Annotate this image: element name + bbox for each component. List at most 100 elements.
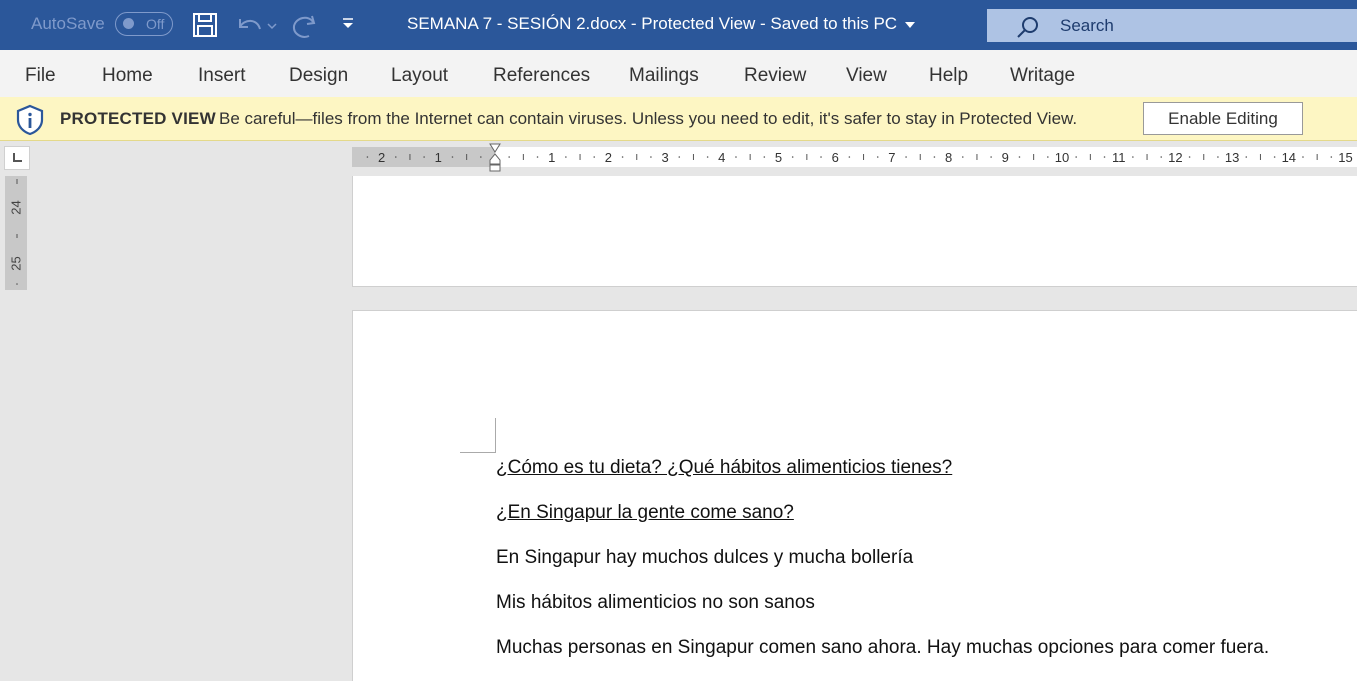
ruler-number: 6 [832,150,839,165]
tab-help[interactable]: Help [929,65,968,87]
ruler-tick [735,156,737,158]
ruler-number: 12 [1168,150,1182,165]
vruler-number: 25 [8,256,24,271]
ruler-tick [1160,156,1163,158]
tab-home[interactable]: Home [102,65,153,87]
ruler-number: 4 [718,150,725,165]
ruler-tick [876,156,879,158]
ruler-number: 11 [1112,150,1126,165]
ruler-tick [1103,156,1106,158]
ruler-number: 2 [605,150,612,165]
ruler-tick [650,156,652,158]
search-icon [1017,17,1038,38]
ruler-tick [1188,156,1191,158]
protected-view-message: Be careful—files from the Internet can c… [219,109,1078,128]
ruler-tick [763,156,766,158]
toggle-knob [123,18,134,29]
crop-mark [495,418,496,453]
ruler-tick [820,156,822,158]
save-icon[interactable] [192,12,218,43]
ruler-tick [678,156,681,158]
ruler-number: 8 [945,150,952,165]
ruler-tick [1273,156,1276,158]
indent-markers-icon[interactable] [488,143,502,177]
ruler-tick [990,156,992,158]
ruler-tick [933,156,936,158]
ruler-tick [1132,156,1134,158]
ruler-tick [451,156,454,158]
left-tab-icon [13,153,22,162]
ruler-tick [1330,156,1333,158]
ruler-number: 1 [548,150,555,165]
undo-icon[interactable] [235,13,279,44]
ruler-tick [508,156,510,158]
current-page[interactable] [352,310,1357,681]
autosave-state: Off [146,16,165,32]
ruler-tick [394,156,397,158]
autosave-toggle[interactable]: Off [115,12,173,36]
document-paragraph[interactable]: ¿Cómo es tu dieta? ¿Qué hábitos alimenti… [496,457,952,479]
ruler-number: 7 [888,150,895,165]
tab-review[interactable]: Review [744,65,806,87]
tab-selector[interactable] [4,146,30,170]
ruler-tick [1047,156,1049,158]
vruler-number: 24 [8,200,24,215]
ruler-number: 3 [661,150,668,165]
customize-qat-icon[interactable] [341,17,355,36]
ruler-number: 14 [1282,150,1296,165]
enable-editing-button[interactable]: Enable Editing [1143,102,1303,135]
ruler-number: 13 [1225,150,1239,165]
ruler-tick [1245,156,1248,158]
previous-page [352,176,1357,287]
tab-design[interactable]: Design [289,65,348,87]
shield-info-icon [14,104,46,141]
ruler-number: 5 [775,150,782,165]
ruler-tick [905,156,907,158]
ruler-tick [961,156,964,158]
ruler-tick [791,156,794,158]
ruler-tick [1217,156,1219,158]
ruler-tick [1018,156,1021,158]
ruler-tick [621,156,624,158]
protected-view-title: PROTECTED VIEW [60,109,216,128]
crop-mark [460,452,496,453]
document-paragraph[interactable]: Mis hábitos alimenticios no son sanos [496,592,815,614]
ruler-number: 15 [1338,150,1352,165]
autosave-label: AutoSave [31,14,105,33]
tab-writage[interactable]: Writage [1010,65,1075,87]
document-paragraph[interactable]: En Singapur hay muchos dulces y mucha bo… [496,547,913,569]
ruler-tick [366,156,369,158]
ruler-tick [565,156,567,158]
vertical-ruler[interactable]: 24 25 [5,176,27,290]
search-label: Search [1060,16,1114,35]
tab-view[interactable]: View [846,65,887,87]
vruler-ticks [16,179,18,285]
ruler-ticks: 2 1 1 2 3 4 5 6 7 8 9 10 11 12 13 14 15 [366,150,1353,165]
ruler-tick [536,156,539,158]
ruler-tick [480,156,482,158]
document-title[interactable]: SEMANA 7 - SESIÓN 2.docx - Protected Vie… [407,14,916,34]
horizontal-ruler[interactable]: 2 1 1 2 3 4 5 6 7 8 9 10 11 12 13 14 15 [352,143,1357,172]
ruler-number: 2 [378,150,385,165]
title-bar: AutoSave Off SEMANA 7 - SESIÓN 2.docx - … [0,0,1357,50]
tab-mailings[interactable]: Mailings [629,65,699,87]
tab-references[interactable]: References [493,65,590,87]
redo-icon[interactable] [290,12,320,45]
tab-layout[interactable]: Layout [391,65,448,87]
ruler-number: 1 [435,150,442,165]
ruler-tick [423,156,425,158]
protected-view-bar: PROTECTED VIEW Be careful—files from the… [0,97,1357,141]
document-paragraph[interactable]: ¿En Singapur la gente come sano? [496,502,794,524]
tab-file[interactable]: File [25,65,56,87]
chevron-down-icon [905,21,916,28]
search-box[interactable]: Search [987,9,1357,42]
ruler-number: 9 [1002,150,1009,165]
ruler-tick [1075,156,1077,158]
document-title-text: SEMANA 7 - SESIÓN 2.docx - Protected Vie… [407,14,898,33]
ruler-tick [593,156,596,158]
document-paragraph[interactable]: Muchas personas en Singapur comen sano a… [496,637,1269,659]
tab-insert[interactable]: Insert [198,65,246,87]
ruler-tick [848,156,851,158]
ruler-tick [706,156,709,158]
ruler-number: 10 [1055,150,1069,165]
